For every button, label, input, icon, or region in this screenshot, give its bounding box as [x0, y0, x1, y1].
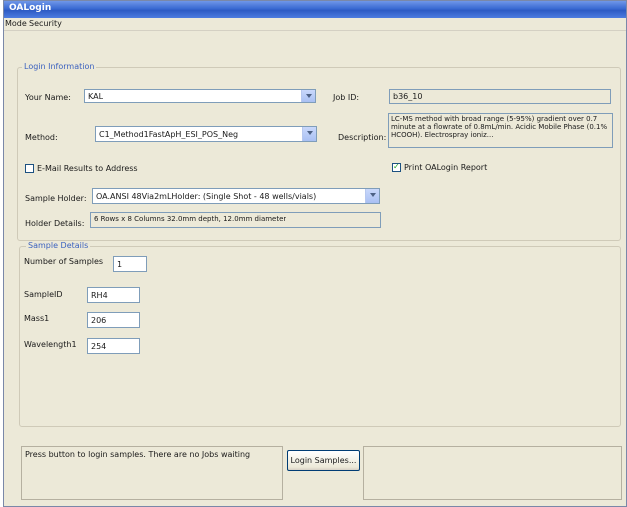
holder-details-value: 6 Rows x 8 Columns 32.0mm depth, 12.0mm … — [94, 215, 287, 223]
sample-id-label: SampleID — [24, 290, 63, 299]
chevron-down-icon[interactable] — [302, 127, 316, 141]
your-name-value: KAL — [88, 92, 104, 101]
print-report-checkbox[interactable] — [392, 162, 401, 172]
job-id-value: b36_10 — [393, 92, 423, 101]
sample-holder-combo[interactable]: OA.ANSI 48Via2mLHolder: (Single Shot - 4… — [92, 188, 380, 204]
menu-bar: Mode Security — [4, 18, 626, 31]
description-label: Description: — [338, 133, 387, 142]
description-value: LC-MS method with broad range (5-95%) gr… — [391, 115, 608, 139]
num-samples-label: Number of Samples — [24, 257, 104, 266]
oalogin-window: OALogin Mode Security Login Information … — [3, 0, 627, 507]
method-combo[interactable]: C1_Method1FastApH_ESI_POS_Neg — [95, 126, 317, 142]
method-label: Method: — [25, 133, 58, 142]
chevron-down-icon[interactable] — [365, 189, 379, 203]
job-id-field[interactable]: b36_10 — [389, 89, 611, 104]
email-results-checkbox[interactable] — [25, 164, 34, 173]
wavelength1-value: 254 — [91, 342, 107, 351]
email-results-label: E-Mail Results to Address — [37, 164, 138, 173]
wavelength1-label: Wavelength1 — [24, 340, 77, 349]
sample-details-group — [19, 246, 621, 427]
login-samples-button[interactable]: Login Samples... — [287, 450, 360, 471]
menu-security[interactable]: Security — [29, 19, 62, 28]
your-name-label: Your Name: — [25, 93, 71, 102]
method-value: C1_Method1FastApH_ESI_POS_Neg — [99, 130, 239, 139]
num-samples-input[interactable]: 1 — [113, 256, 147, 272]
output-panel — [363, 446, 622, 500]
sample-holder-label: Sample Holder: — [25, 194, 87, 203]
holder-details-label: Holder Details: — [25, 219, 85, 228]
job-id-label: Job ID: — [333, 93, 360, 102]
print-report-label: Print OALogin Report — [404, 163, 488, 172]
mass1-input[interactable]: 206 — [87, 312, 140, 328]
holder-details-field: 6 Rows x 8 Columns 32.0mm depth, 12.0mm … — [90, 212, 381, 228]
menu-mode[interactable]: Mode — [5, 19, 27, 28]
your-name-combo[interactable]: KAL — [84, 89, 316, 103]
sample-id-value: RH4 — [91, 291, 108, 300]
window-title: OALogin — [9, 3, 52, 13]
status-panel: Press button to login samples. There are… — [21, 446, 283, 500]
title-bar[interactable]: OALogin — [4, 1, 626, 18]
num-samples-value: 1 — [117, 260, 123, 269]
sample-details-title: Sample Details — [26, 241, 91, 250]
wavelength1-input[interactable]: 254 — [87, 338, 140, 354]
sample-holder-value: OA.ANSI 48Via2mLHolder: (Single Shot - 4… — [96, 192, 317, 201]
mass1-value: 206 — [91, 316, 107, 325]
mass1-label: Mass1 — [24, 314, 50, 323]
sample-id-input[interactable]: RH4 — [87, 287, 140, 303]
login-information-title: Login Information — [22, 62, 97, 71]
chevron-down-icon[interactable] — [301, 90, 315, 102]
status-message: Press button to login samples. There are… — [25, 450, 251, 459]
description-field[interactable]: LC-MS method with broad range (5-95%) gr… — [388, 113, 613, 148]
